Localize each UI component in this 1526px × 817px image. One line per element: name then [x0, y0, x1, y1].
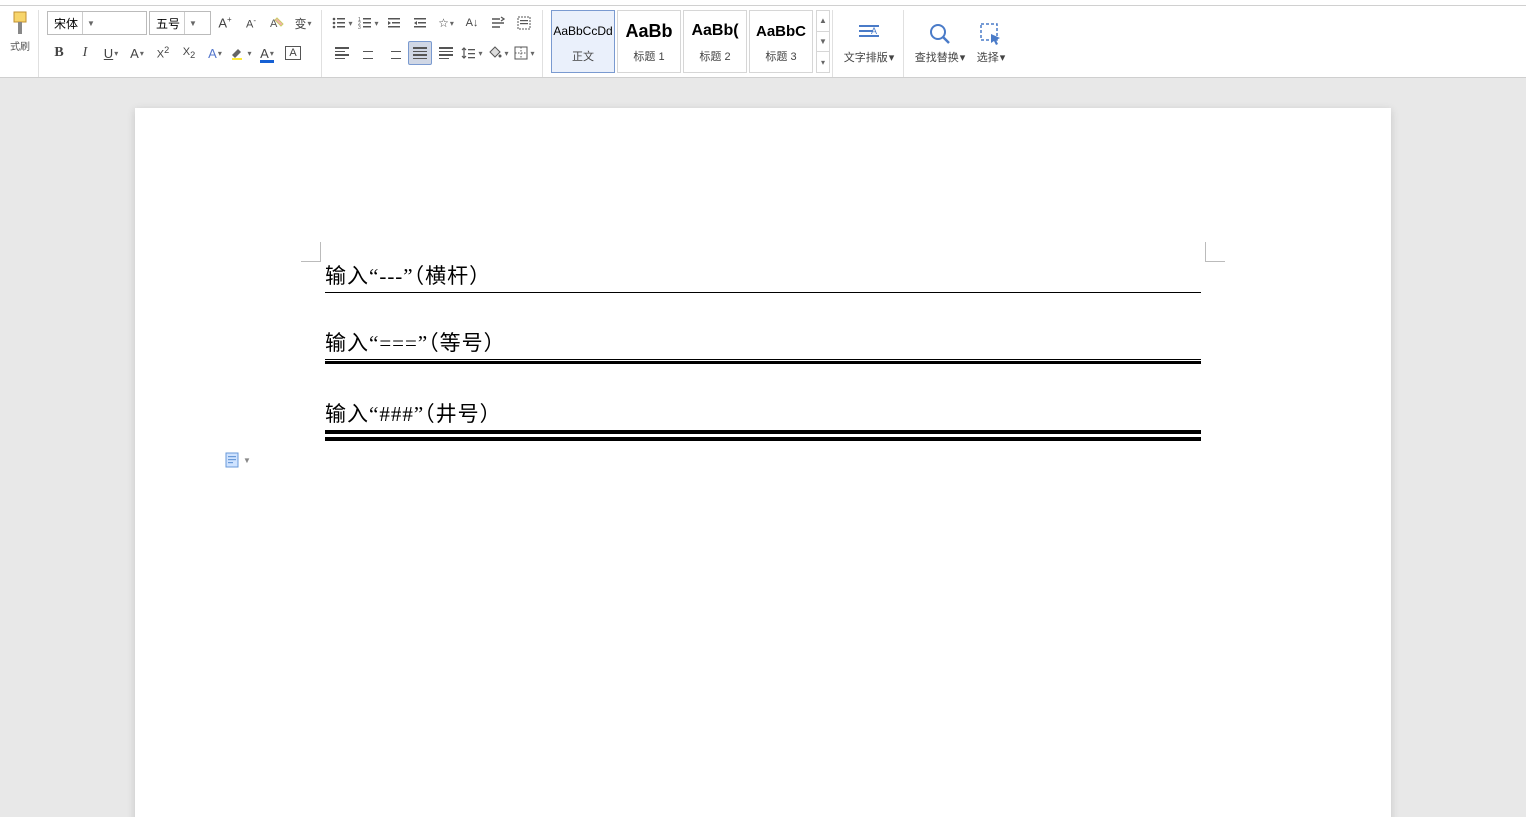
- text-layout-button[interactable]: A 文字排版▾: [841, 10, 897, 75]
- font-size-value: 五号: [156, 15, 180, 32]
- highlight-button[interactable]: ▾: [229, 41, 253, 65]
- paragraph[interactable]: 输入“---”（横杆）: [325, 260, 1201, 290]
- style-gallery-more[interactable]: ▲ ▼ ▾: [816, 10, 830, 73]
- subscript-button[interactable]: X2: [177, 41, 201, 65]
- font-name-value: 宋体: [54, 15, 78, 32]
- superscript-button[interactable]: X2: [151, 41, 175, 65]
- select-label: 选择: [977, 49, 999, 65]
- shrink-font-button[interactable]: A-: [239, 11, 263, 35]
- style-preview: AaBbCcDd: [552, 16, 614, 46]
- chevron-up-icon[interactable]: ▲: [817, 11, 829, 31]
- chevron-down-icon[interactable]: ▼: [817, 31, 829, 52]
- chevron-down-icon: ▾: [889, 51, 895, 64]
- chevron-down-icon: ▼: [184, 12, 197, 34]
- font-name-combo[interactable]: 宋体 ▼: [47, 11, 147, 35]
- style-label: 标题 3: [765, 46, 796, 67]
- horizontal-rule-triple: [325, 430, 1201, 441]
- strikethrough-button[interactable]: A▾: [125, 41, 149, 65]
- asian-layout-button[interactable]: ☆▾: [434, 11, 458, 35]
- select-icon: [977, 20, 1005, 48]
- numbering-button[interactable]: 123▾: [356, 11, 380, 35]
- margin-corner: [1205, 242, 1225, 262]
- text-direction-button[interactable]: A↓: [460, 11, 484, 35]
- format-painter-button[interactable]: 式刷: [8, 10, 32, 57]
- find-replace-button[interactable]: 查找替换▾: [912, 10, 968, 75]
- page[interactable]: 输入“---”（横杆） 输入“===”（等号） 输入“###”（井号） ▼: [135, 108, 1391, 817]
- text-layout-label: 文字排版: [844, 49, 888, 65]
- find-replace-label: 查找替换: [915, 49, 959, 65]
- style-heading1[interactable]: AaBb 标题 1: [617, 10, 681, 73]
- font-size-combo[interactable]: 五号 ▼: [149, 11, 211, 35]
- align-right-button[interactable]: [382, 41, 406, 65]
- clear-format-button[interactable]: A: [265, 11, 289, 35]
- style-gallery: AaBbCcDd 正文 AaBb 标题 1 AaBb( 标题 2 AaBbC 标…: [545, 10, 833, 77]
- italic-button[interactable]: I: [73, 41, 97, 65]
- phonetic-guide-button[interactable]: 变▾: [291, 11, 315, 35]
- chevron-expand-icon[interactable]: ▾: [817, 51, 829, 72]
- style-label: 标题 2: [699, 46, 730, 67]
- paragraph-group: ▾ 123▾ ☆▾ A↓ ▾ ▾ ▾: [324, 10, 543, 77]
- style-label: 正文: [572, 46, 594, 67]
- select-button[interactable]: 选择▾: [968, 10, 1014, 75]
- shading-button[interactable]: ▾: [486, 41, 510, 65]
- style-heading3[interactable]: AaBbC 标题 3: [749, 10, 813, 73]
- char-border-button[interactable]: A: [281, 41, 305, 65]
- style-normal[interactable]: AaBbCcDd 正文: [551, 10, 615, 73]
- font-color-button[interactable]: A▾: [255, 41, 279, 65]
- align-left-button[interactable]: [330, 41, 354, 65]
- paragraph-options-icon[interactable]: [223, 450, 241, 470]
- decrease-indent-button[interactable]: [382, 11, 406, 35]
- align-distribute-button[interactable]: [434, 41, 458, 65]
- style-preview: AaBb(: [684, 16, 746, 46]
- svg-text:A: A: [871, 26, 877, 36]
- paragraph[interactable]: 输入“===”（等号）: [325, 327, 1201, 357]
- paragraph-options-float[interactable]: ▼: [223, 450, 251, 470]
- align-justify-button[interactable]: [408, 41, 432, 65]
- borders-button[interactable]: ▾: [512, 41, 536, 65]
- line-spacing-button[interactable]: ▾: [460, 41, 484, 65]
- ltr-button[interactable]: [486, 11, 510, 35]
- margin-corner: [301, 242, 321, 262]
- increase-indent-button[interactable]: [408, 11, 432, 35]
- search-icon: [926, 20, 954, 48]
- format-painter-label: 式刷: [10, 38, 30, 53]
- document-content[interactable]: 输入“---”（横杆） 输入“===”（等号） 输入“###”（井号）: [325, 260, 1201, 441]
- horizontal-rule-thin: [325, 292, 1201, 293]
- style-preview: AaBbC: [750, 16, 812, 46]
- style-label: 标题 1: [633, 46, 664, 67]
- align-center-button[interactable]: [356, 41, 380, 65]
- rtl-button[interactable]: [512, 11, 536, 35]
- underline-button[interactable]: U▾: [99, 41, 123, 65]
- style-preview: AaBb: [618, 16, 680, 46]
- ribbon: 式刷 宋体 ▼ 五号 ▼ A+ A- A 变▾: [0, 6, 1526, 78]
- paragraph[interactable]: 输入“###”（井号）: [325, 398, 1201, 428]
- grow-font-button[interactable]: A+: [213, 11, 237, 35]
- text-effects-button[interactable]: A▾: [203, 41, 227, 65]
- svg-text:3: 3: [358, 25, 361, 31]
- style-heading2[interactable]: AaBb( 标题 2: [683, 10, 747, 73]
- font-group: 宋体 ▼ 五号 ▼ A+ A- A 变▾ B I U▾ A▾: [41, 10, 322, 77]
- chevron-down-icon: ▼: [82, 12, 95, 34]
- horizontal-rule-double: [325, 359, 1201, 364]
- chevron-down-icon: ▾: [960, 51, 966, 64]
- document-area[interactable]: 输入“---”（横杆） 输入“===”（等号） 输入“###”（井号） ▼: [0, 78, 1526, 817]
- chevron-down-icon: ▾: [1000, 51, 1006, 64]
- text-layout-icon: A: [855, 20, 883, 48]
- bold-button[interactable]: B: [47, 41, 71, 65]
- chevron-down-icon[interactable]: ▼: [243, 456, 251, 465]
- bullets-button[interactable]: ▾: [330, 11, 354, 35]
